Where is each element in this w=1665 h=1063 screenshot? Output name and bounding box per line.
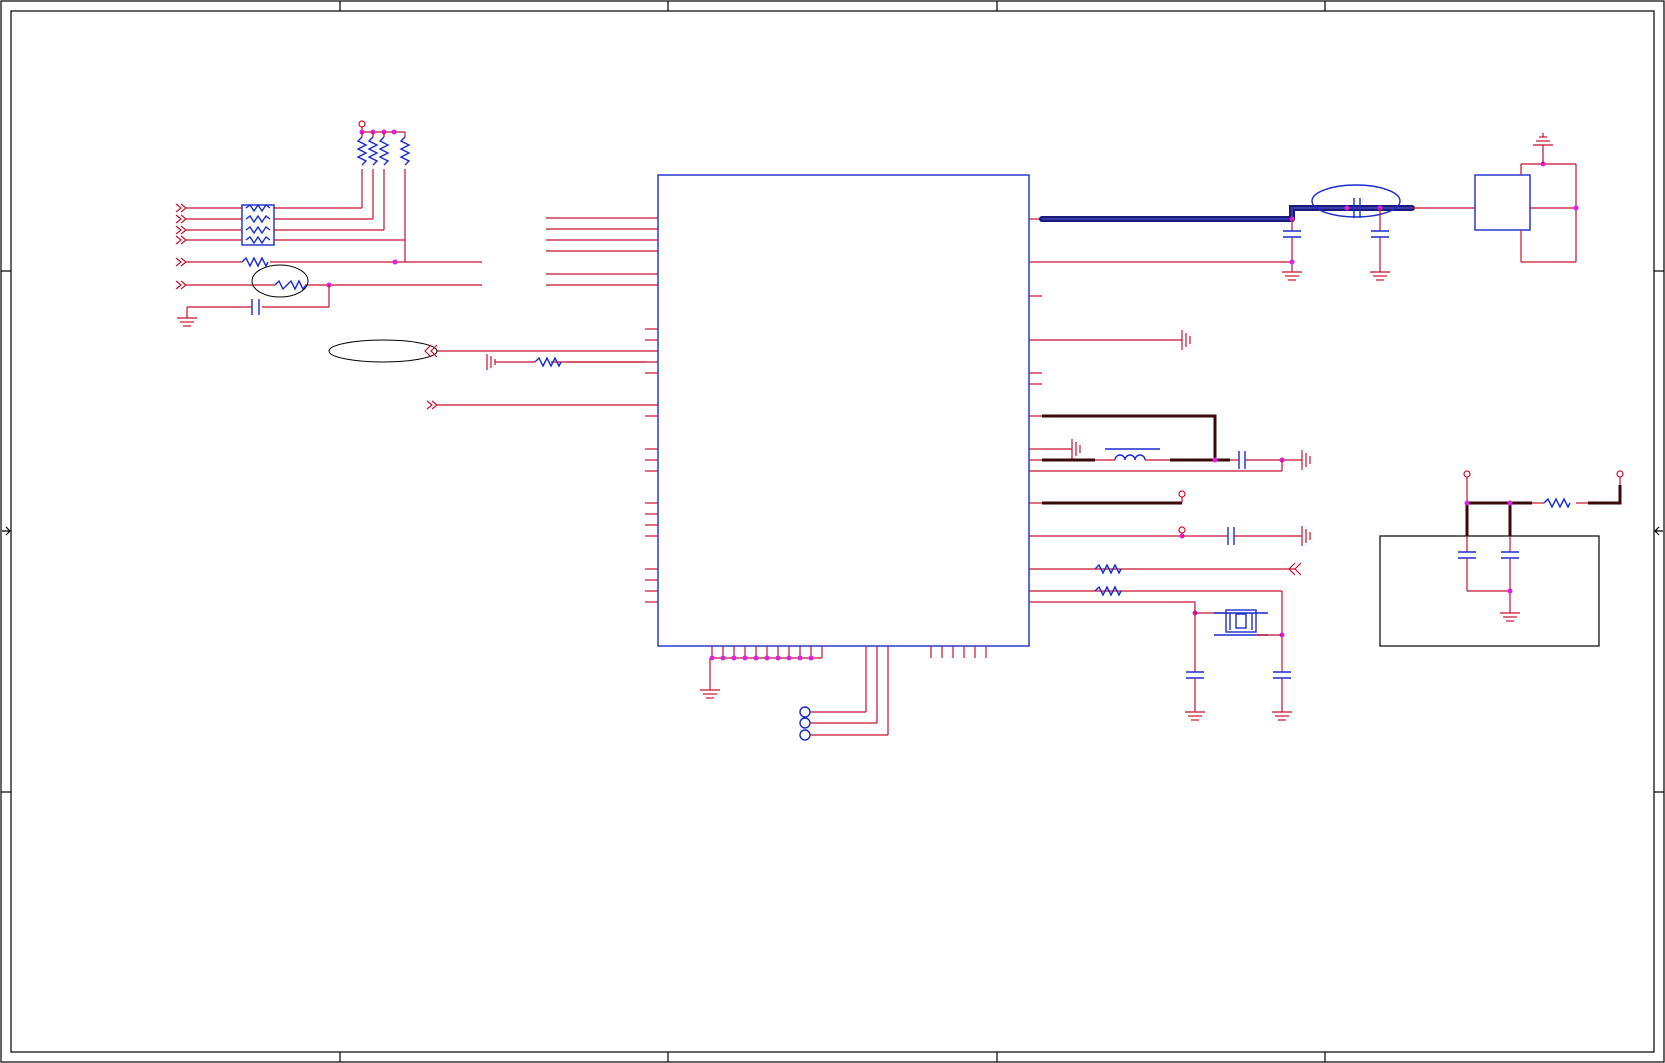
connector-box	[1474, 174, 1531, 231]
ground-symbol-r460	[1301, 450, 1311, 470]
right-mid-section	[1042, 330, 1311, 721]
offpage-connector-arrows	[175, 203, 187, 290]
ground-symbol-r449	[1071, 439, 1081, 459]
power-filter-capacitor-1	[1458, 551, 1476, 559]
power-filter-capacitor-2	[1501, 551, 1519, 559]
power-port-right-icon	[1616, 470, 1624, 478]
ground-symbol-cap2	[1370, 271, 1390, 281]
ground-symbol-xtal1	[1185, 711, 1205, 721]
bottom-ground-junctions	[700, 655, 814, 699]
power-filter-resistor	[1543, 497, 1571, 509]
ground-symbol-bottom	[700, 689, 720, 699]
bottom-ground-pins	[709, 646, 823, 690]
power-port-icon	[358, 120, 366, 128]
capacitor-filter	[251, 299, 260, 315]
ground-symbol-left	[177, 317, 197, 327]
power-port-left-icon	[1463, 470, 1471, 478]
test-point-1-icon	[799, 706, 811, 718]
filter-capacitor-r460	[1238, 451, 1246, 469]
ground-symbol-xtal2	[1272, 711, 1292, 721]
test-point-2-icon	[799, 717, 811, 729]
test-points	[799, 706, 888, 741]
power-filter-block	[1379, 470, 1624, 647]
highlight-oval-bus	[1311, 184, 1401, 218]
sheet-frame	[0, 0, 1665, 1063]
center-marker-left	[2, 526, 11, 536]
center-marker-right	[1654, 526, 1663, 536]
bypass-capacitor-1	[1283, 230, 1301, 238]
pulldown-resistor	[534, 356, 562, 368]
ground-symbol-r536	[1301, 526, 1311, 546]
test-point-3-icon	[799, 729, 811, 741]
filter-capacitor-r536	[1227, 527, 1235, 545]
series-resistor-1	[241, 256, 269, 268]
highlight-oval-2	[328, 339, 438, 363]
ground-symbol-power-filter	[1500, 612, 1520, 622]
series-resistor-2	[274, 279, 307, 291]
left-input-section	[175, 120, 645, 410]
load-capacitor-1	[1186, 671, 1204, 679]
inductor	[1114, 454, 1146, 461]
bypass-capacitor-2	[1371, 230, 1389, 238]
ground-symbol-r340	[1181, 330, 1191, 350]
load-capacitor-2	[1273, 671, 1291, 679]
top-right-bus-section	[1039, 133, 1579, 281]
pullup-resistor-array	[356, 136, 411, 166]
schematic-sheet	[0, 0, 1665, 1063]
ground-symbol-cap1	[1282, 271, 1302, 281]
chassis-ground-symbol	[1533, 133, 1553, 146]
main-ic	[437, 174, 1295, 735]
ground-symbol-mid	[486, 354, 496, 370]
